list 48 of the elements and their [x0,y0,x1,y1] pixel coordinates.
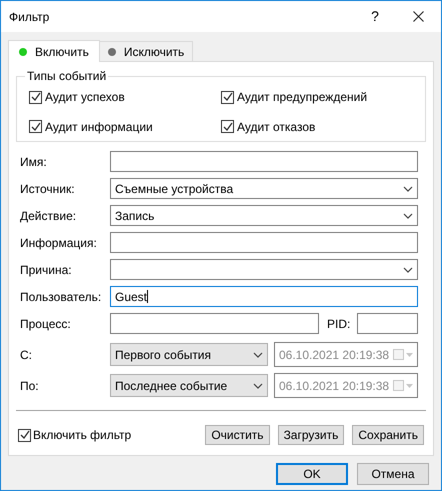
input-field[interactable]: Guest [110,286,418,307]
chevron-down-icon [253,352,263,358]
window-title: Фильтр [9,8,50,26]
tab[interactable]: Исключить [98,41,194,61]
chevron-down-icon [403,266,413,272]
dropdown-field[interactable]: Последнее событие [110,374,268,397]
group-title: Типы событий [25,69,108,83]
field-label: Источник: [20,180,76,198]
checkbox-label: Аудит отказов [237,118,316,136]
field-label: Причина: [20,262,73,278]
caret-icon [406,384,413,388]
dialog-button[interactable]: OK [276,463,348,485]
help-button[interactable]: ? [355,1,395,32]
field-label: Имя: [20,154,48,170]
action-button[interactable]: Очистить [205,425,270,445]
input-field[interactable] [110,313,319,334]
chevron-down-icon [253,382,263,388]
field-label: Пользователь: [20,288,102,306]
checkbox[interactable] [221,120,234,133]
dropdown-field[interactable]: Первого события [110,343,268,366]
dialog-button[interactable]: Отмена [357,463,429,485]
caret-icon [406,352,413,356]
action-button[interactable]: Сохранить [352,425,424,445]
input-field[interactable] [110,232,418,253]
field-label: PID: [327,316,352,332]
close-icon [412,11,424,22]
tab[interactable]: Включить [8,40,100,62]
dropdown-field[interactable]: Съемные устройства [110,178,418,199]
input-field[interactable] [357,313,418,334]
checkbox[interactable] [221,90,234,104]
chevron-down-icon [403,186,413,192]
checkbox-label: Аудит информации [45,118,153,136]
field-label: По: [20,378,40,394]
checkbox-label: Включить фильтр [33,427,132,444]
checkbox-label: Аудит успехов [45,89,125,106]
checkbox[interactable] [18,428,31,442]
checkbox[interactable] [29,120,42,133]
checkbox-label: Аудит предупреждений [237,89,368,106]
field-label: Процесс: [20,316,72,332]
field-label: Действие: [20,208,78,224]
field-label: С: [20,346,33,364]
checkbox[interactable] [29,90,42,104]
dropdown-field[interactable]: Запись [110,205,418,226]
chevron-down-icon [403,212,413,218]
dropdown-field[interactable] [110,259,418,280]
field-label: Информация: [20,234,98,252]
action-button[interactable]: Загрузить [278,425,344,445]
input-field[interactable] [110,151,418,172]
